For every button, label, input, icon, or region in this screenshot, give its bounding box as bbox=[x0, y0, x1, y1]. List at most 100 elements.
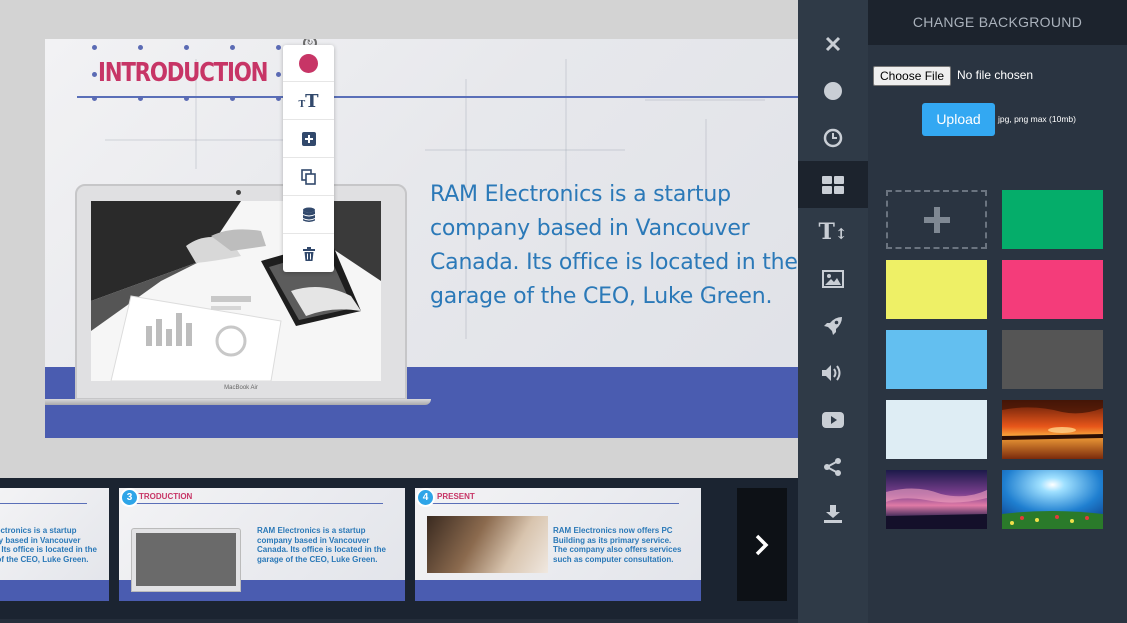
camera-dot bbox=[236, 190, 241, 195]
swatch-purple-sky[interactable] bbox=[886, 470, 987, 529]
slide-thumbnail[interactable]: INTRODUCTION RAM Electronics is a startu… bbox=[119, 488, 405, 601]
resize-handle[interactable] bbox=[92, 96, 97, 101]
resize-handle[interactable] bbox=[230, 96, 235, 101]
slide-number-badge: 3 bbox=[120, 488, 139, 507]
change-background-panel: CHANGE BACKGROUND Choose File No file ch… bbox=[868, 0, 1127, 623]
laptop-screen-photo bbox=[91, 201, 381, 381]
trash-icon bbox=[302, 246, 315, 261]
database-icon bbox=[302, 207, 315, 222]
grid-icon bbox=[822, 175, 844, 194]
title-textbox[interactable]: INTRODUCTION ↻ bbox=[92, 39, 317, 101]
choose-file-button[interactable]: Choose File bbox=[873, 66, 952, 86]
share-button[interactable] bbox=[798, 443, 868, 490]
text-size-icon: TT bbox=[298, 90, 319, 112]
swatch-light-blue[interactable] bbox=[886, 330, 987, 389]
slide-bg-pattern bbox=[425, 149, 625, 151]
thumb-text: RAM Electronics now offers PC Building a… bbox=[553, 526, 682, 564]
resize-handle[interactable] bbox=[184, 45, 189, 50]
thumb-band bbox=[415, 580, 701, 601]
chevron-right-icon bbox=[755, 534, 769, 555]
thumb-title: INTRODUCTION bbox=[131, 492, 193, 501]
swatch-sunset-lake[interactable] bbox=[1002, 400, 1103, 459]
slide-title[interactable]: INTRODUCTION bbox=[98, 58, 268, 88]
layer-button[interactable] bbox=[283, 197, 334, 234]
add-background-button[interactable] bbox=[886, 190, 987, 249]
laptop-base bbox=[45, 399, 431, 405]
thumb-underline bbox=[423, 503, 679, 504]
close-panel-button[interactable] bbox=[798, 20, 868, 67]
swatch-dark-gray[interactable] bbox=[1002, 330, 1103, 389]
download-icon bbox=[824, 504, 842, 523]
thumb-title: PRESENT bbox=[437, 492, 475, 501]
audio-button[interactable] bbox=[798, 349, 868, 396]
handshake-photo-icon bbox=[91, 201, 381, 381]
swatch-green[interactable] bbox=[1002, 190, 1103, 249]
animation-button[interactable] bbox=[798, 302, 868, 349]
swatch-pale-blue[interactable] bbox=[886, 400, 987, 459]
resize-handle[interactable] bbox=[276, 45, 281, 50]
resize-handle[interactable] bbox=[138, 45, 143, 50]
rocket-icon bbox=[824, 316, 842, 335]
color-button[interactable] bbox=[283, 45, 334, 82]
slide-filmstrip: RAM Electronics is a startup company bas… bbox=[0, 478, 798, 623]
slide-canvas[interactable]: INTRODUCTION ↻ MacBook Air RAM Electroni… bbox=[45, 39, 798, 438]
slide-bg-pattern bbox=[645, 99, 765, 101]
resize-handle[interactable] bbox=[276, 72, 281, 77]
swatch-yellow[interactable] bbox=[886, 260, 987, 319]
next-slides-button[interactable] bbox=[737, 488, 787, 601]
image-tool-button[interactable] bbox=[798, 255, 868, 302]
sun-flower-field-image bbox=[1002, 470, 1103, 529]
swatch-pink[interactable] bbox=[1002, 260, 1103, 319]
add-button[interactable] bbox=[283, 121, 334, 158]
history-button[interactable] bbox=[798, 114, 868, 161]
clock-icon bbox=[823, 128, 843, 147]
resize-handle[interactable] bbox=[276, 96, 281, 101]
slide-thumbnail[interactable]: RAM Electronics is a startup company bas… bbox=[0, 488, 109, 601]
delete-button[interactable] bbox=[283, 235, 334, 272]
circle-icon bbox=[824, 81, 842, 100]
file-status: No file chosen bbox=[957, 68, 1034, 82]
editor-canvas: INTRODUCTION ↻ MacBook Air RAM Electroni… bbox=[0, 0, 798, 478]
copy-icon bbox=[300, 169, 316, 185]
purple-sky-image bbox=[886, 470, 987, 529]
sunset-lake-image bbox=[1002, 400, 1103, 459]
duplicate-button[interactable] bbox=[283, 159, 334, 196]
thumb-text: RAM Electronics is a startup company bas… bbox=[0, 526, 97, 564]
upload-button[interactable]: Upload bbox=[922, 103, 995, 136]
shape-tool-button[interactable] bbox=[798, 67, 868, 114]
color-dot-icon bbox=[299, 53, 318, 73]
thumb-laptop bbox=[131, 528, 241, 592]
text-tool-button[interactable]: T↕ bbox=[798, 208, 868, 255]
resize-handle[interactable] bbox=[92, 45, 97, 50]
slide-body-text[interactable]: RAM Electronics is a startup company bas… bbox=[430, 178, 798, 314]
text-size-button[interactable]: TT bbox=[283, 83, 334, 120]
plus-square-icon bbox=[301, 132, 316, 146]
slide-thumbnail[interactable]: PRESENT RAM Electronics now offers PC Bu… bbox=[415, 488, 701, 601]
thumb-underline bbox=[0, 503, 87, 504]
resize-handle[interactable] bbox=[138, 96, 143, 101]
thumb-photo bbox=[136, 533, 236, 586]
image-icon bbox=[822, 269, 844, 288]
close-icon bbox=[825, 36, 841, 51]
thumb-text: RAM Electronics is a startup company bas… bbox=[257, 526, 386, 564]
filmstrip-scrollbar[interactable] bbox=[0, 619, 798, 623]
element-toolbar: TT bbox=[283, 45, 334, 272]
text-resize-icon: T↕ bbox=[818, 218, 848, 245]
resize-handle[interactable] bbox=[184, 96, 189, 101]
laptop-image[interactable]: MacBook Air bbox=[75, 184, 407, 400]
upload-hint: jpg, png max (10mb) bbox=[998, 114, 1076, 124]
laptop-brand: MacBook Air bbox=[224, 385, 258, 391]
thumb-band bbox=[0, 580, 109, 601]
share-icon bbox=[824, 457, 841, 476]
plus-icon bbox=[923, 206, 950, 233]
resize-handle[interactable] bbox=[92, 72, 97, 77]
download-button[interactable] bbox=[798, 490, 868, 537]
video-button[interactable] bbox=[798, 396, 868, 443]
volume-icon bbox=[822, 364, 841, 381]
swatch-sun-flower-field[interactable] bbox=[1002, 470, 1103, 529]
resize-handle[interactable] bbox=[230, 45, 235, 50]
background-button[interactable] bbox=[798, 161, 868, 208]
thumb-photo bbox=[427, 516, 548, 573]
thumb-underline bbox=[127, 503, 383, 504]
panel-title: CHANGE BACKGROUND bbox=[868, 0, 1127, 45]
